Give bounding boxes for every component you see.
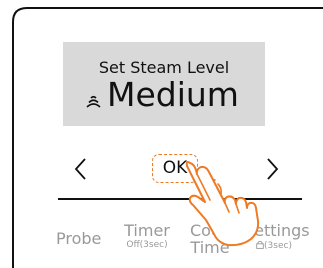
ok-button[interactable]: OK <box>152 154 198 183</box>
steam-icon <box>86 95 101 108</box>
settings-label: Settings <box>244 221 310 240</box>
steam-level-value: Medium <box>107 75 239 114</box>
chevron-right-icon <box>267 158 279 180</box>
next-button[interactable] <box>263 156 281 182</box>
timer-label: Timer <box>124 221 170 240</box>
timer-button[interactable]: Timer Off(3sec) <box>114 222 180 251</box>
probe-button[interactable]: Probe <box>56 230 106 248</box>
menu-divider <box>58 198 302 200</box>
settings-button[interactable]: Settings (3sec) <box>244 221 310 252</box>
settings-sublabel-row: (3sec) <box>244 240 304 252</box>
settings-sublabel: (3sec) <box>264 241 292 251</box>
steam-level-display: Set Steam Level Medium <box>63 42 265 126</box>
lock-icon <box>256 240 264 249</box>
probe-label: Probe <box>56 229 102 248</box>
chevron-left-icon <box>74 158 86 180</box>
timer-sublabel: Off(3sec) <box>126 240 168 250</box>
cook-time-label-line2: Time <box>190 238 230 257</box>
control-panel: Set Steam Level Medium OK Probe Timer Of… <box>0 0 323 268</box>
cook-time-button[interactable]: Cook Time <box>186 222 234 256</box>
cook-time-label-line1: Cook <box>189 221 230 240</box>
previous-button[interactable] <box>72 156 90 182</box>
